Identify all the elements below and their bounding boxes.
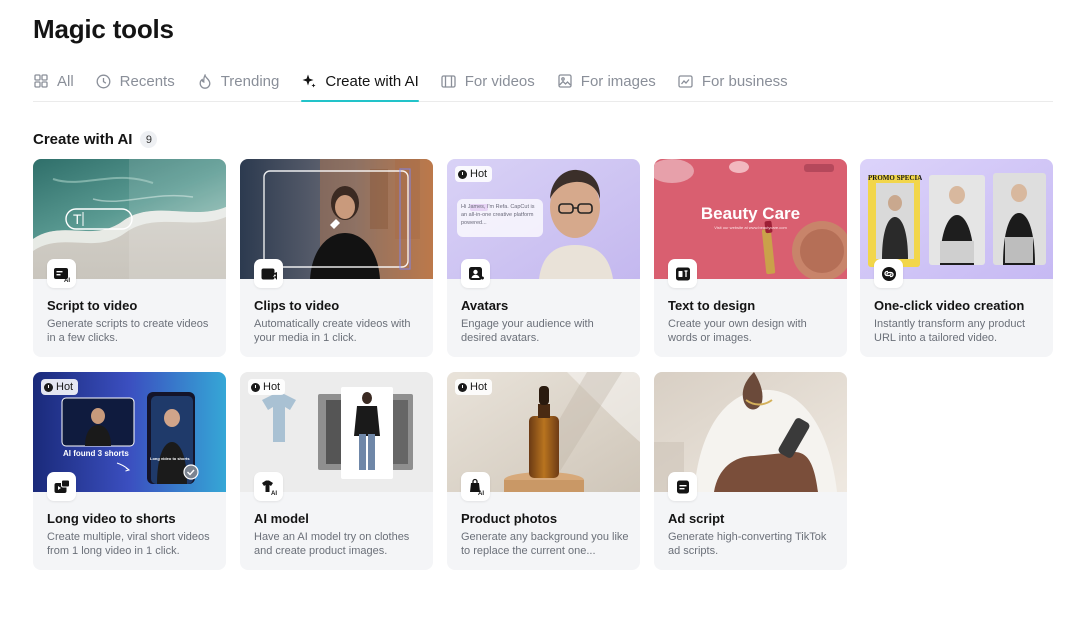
text-design-icon — [668, 259, 697, 288]
design-headline: Beauty Care — [700, 204, 801, 223]
section-header: Create with AI 9 — [33, 131, 158, 148]
tab-label: Trending — [220, 72, 280, 90]
tab-label: For images — [580, 72, 656, 90]
product-photo-icon: AI — [461, 472, 490, 501]
card-description: Generate any background you like to repl… — [461, 531, 629, 557]
hot-badge: Hot — [41, 379, 79, 395]
clock-icon — [458, 382, 467, 392]
clock-icon — [44, 382, 53, 392]
hot-badge: Hot — [455, 379, 493, 395]
tab-label: For business — [701, 72, 788, 90]
tool-card-avatars[interactable]: Hi James, I'm Refa. CapCut is an all-in-… — [447, 159, 640, 357]
card-description: Generate high-converting TikTok ad scrip… — [668, 531, 827, 557]
hot-badge: Hot — [455, 166, 493, 182]
clock-icon — [96, 73, 112, 89]
section-title: Create with AI — [33, 131, 133, 148]
tab-for-videos[interactable]: For videos — [441, 66, 535, 96]
tool-card-product-photos[interactable]: Hot AI Product photos Generate any backg… — [447, 372, 640, 570]
card-title: Script to video — [47, 298, 138, 313]
tab-label: Create with AI — [325, 72, 419, 90]
tab-recents[interactable]: Recents — [96, 66, 175, 96]
hot-badge: Hot — [248, 379, 286, 395]
clock-icon — [251, 382, 260, 392]
card-description: Have an AI model try on clothes and crea… — [254, 531, 410, 557]
clips-icon — [254, 259, 283, 288]
hot-label: Hot — [56, 381, 74, 393]
image-icon — [557, 73, 573, 89]
card-description: Engage your audience with desired avatar… — [461, 318, 594, 344]
tab-for-images[interactable]: For images — [557, 66, 656, 96]
shorts-icon — [47, 472, 76, 501]
design-subtext: Visit our website at www.beautycare.com — [714, 225, 787, 230]
sparkle-icon — [301, 73, 317, 89]
tab-label: Recents — [119, 72, 175, 90]
page-title: Magic tools — [33, 14, 174, 44]
card-description: Instantly transform any product URL into… — [874, 318, 1026, 344]
hot-label: Hot — [470, 168, 488, 180]
tool-card-long-video-to-shorts[interactable]: AI found 3 shorts Long video to shorts H… — [33, 372, 226, 570]
script-icon: AI — [47, 259, 76, 288]
film-icon — [441, 73, 457, 89]
flame-icon — [197, 73, 213, 89]
ad-script-icon — [668, 472, 697, 501]
shorts-caption: Long video to shorts — [150, 456, 190, 461]
link-video-icon — [874, 259, 903, 288]
card-title: Product photos — [461, 511, 558, 526]
tool-card-ad-script[interactable]: Ad script Generate high-converting TikTo… — [654, 372, 847, 570]
tab-label: All — [57, 72, 74, 90]
tab-all[interactable]: All — [33, 66, 74, 96]
promo-banner: PROMO SPECIAL — [868, 174, 922, 182]
card-description: Create your own design with words or ima… — [668, 318, 807, 344]
card-title: Ad script — [668, 511, 725, 526]
clock-icon — [458, 169, 467, 179]
svg-text:T: T — [73, 211, 82, 227]
svg-text:AI: AI — [271, 491, 277, 496]
card-title: Text to design — [668, 298, 756, 313]
card-title: One-click video creation — [874, 298, 1025, 313]
avatar-chat-bubble: Hi James, I'm Refa. CapCut is an all-in-… — [461, 204, 535, 226]
tool-card-one-click-video[interactable]: PROMO SPECIAL One-click video creation I… — [860, 159, 1053, 357]
card-description: Create multiple, viral short videos from… — [47, 531, 210, 557]
ai-found-label: AI found 3 shorts — [63, 449, 129, 458]
card-title: AI model — [254, 511, 309, 526]
grid-icon — [33, 73, 49, 89]
svg-text:AI: AI — [64, 278, 70, 283]
tab-create-with-ai[interactable]: Create with AI — [301, 66, 420, 102]
card-title: Avatars — [461, 298, 509, 313]
tool-card-ai-model[interactable]: Hot AI AI model Have an AI model try on … — [240, 372, 433, 570]
svg-text:AI: AI — [478, 491, 484, 496]
tool-card-text-to-design[interactable]: Beauty Care Visit our website at www.bea… — [654, 159, 847, 357]
tab-bar: All Recents Trending Create with AI For … — [33, 66, 1053, 102]
card-description: Automatically create videos with your me… — [254, 318, 411, 344]
card-title: Clips to video — [254, 298, 340, 313]
business-icon — [678, 73, 694, 89]
ai-model-icon: AI — [254, 472, 283, 501]
count-badge: 9 — [140, 131, 158, 148]
tool-card-clips-to-video[interactable]: Clips to video Automatically create vide… — [240, 159, 433, 357]
avatar-icon — [461, 259, 490, 288]
hot-label: Hot — [470, 381, 488, 393]
tab-label: For videos — [464, 72, 535, 90]
tool-card-script-to-video[interactable]: T AI Script to video Generate scripts to… — [33, 159, 226, 357]
tab-for-business[interactable]: For business — [678, 66, 788, 96]
card-title: Long video to shorts — [47, 511, 176, 526]
tab-trending[interactable]: Trending — [197, 66, 280, 96]
card-description: Generate scripts to create videos in a f… — [47, 318, 209, 344]
hot-label: Hot — [263, 381, 281, 393]
